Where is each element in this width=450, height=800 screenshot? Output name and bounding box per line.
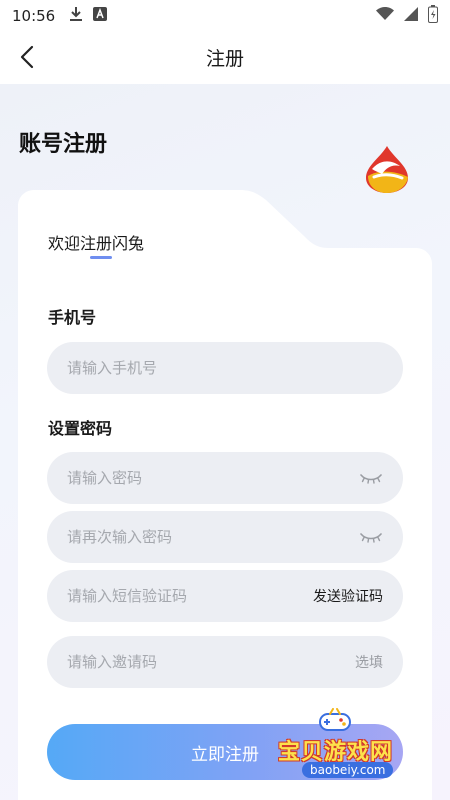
nav-bar: 注册 xyxy=(0,32,450,82)
signal-icon xyxy=(404,7,418,25)
invite-code-field[interactable]: 选填 xyxy=(47,636,403,688)
eye-closed-icon[interactable] xyxy=(359,471,383,485)
page-heading: 账号注册 xyxy=(19,132,108,157)
download-icon xyxy=(69,6,83,26)
password-field[interactable] xyxy=(47,452,403,504)
send-code-button[interactable]: 发送验证码 xyxy=(313,586,383,606)
phone-field[interactable] xyxy=(47,342,403,394)
invite-code-input[interactable] xyxy=(67,653,355,671)
nav-title: 注册 xyxy=(205,47,244,70)
app-logo xyxy=(364,144,410,194)
phone-label: 手机号 xyxy=(48,308,97,327)
status-bar: 10:56 xyxy=(0,0,450,32)
phone-input[interactable] xyxy=(67,359,383,377)
password-input[interactable] xyxy=(67,469,359,487)
gamepad-icon xyxy=(319,708,351,731)
status-time: 10:56 xyxy=(12,7,56,25)
welcome-underline xyxy=(90,256,112,259)
sms-code-field[interactable]: 发送验证码 xyxy=(47,570,403,622)
password-confirm-input[interactable] xyxy=(67,528,359,546)
password-section-label: 设置密码 xyxy=(48,419,113,438)
status-right-icons xyxy=(376,5,438,27)
welcome-text: 欢迎注册闪兔 xyxy=(48,234,145,253)
password-confirm-field[interactable] xyxy=(47,511,403,563)
status-left-icons xyxy=(69,6,108,26)
font-a-icon xyxy=(93,7,108,25)
eye-closed-icon[interactable] xyxy=(359,530,383,544)
watermark-url: baobeiy.com xyxy=(302,762,394,778)
battery-icon xyxy=(428,5,438,27)
wifi-icon xyxy=(376,7,394,25)
chevron-left-icon xyxy=(20,45,34,69)
sms-code-input[interactable] xyxy=(67,587,313,605)
back-button[interactable] xyxy=(14,44,40,70)
invite-optional-hint: 选填 xyxy=(355,655,383,671)
watermark: 宝贝游戏网 baobeiy.com xyxy=(274,706,420,788)
